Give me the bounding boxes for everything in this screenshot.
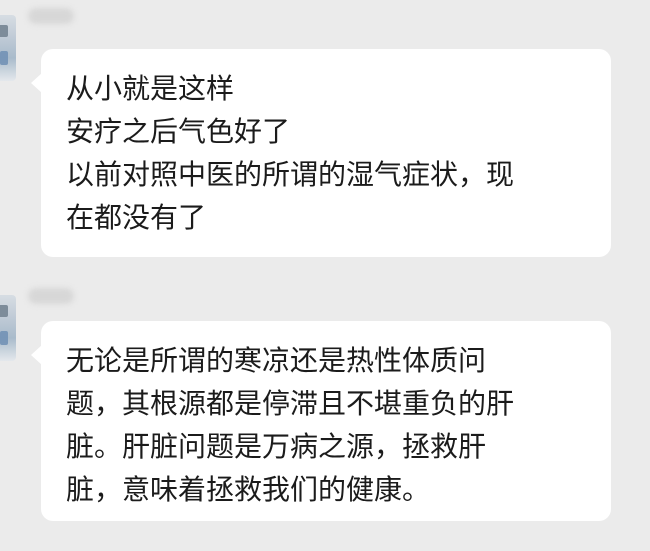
message-text-line: 脏。肝脏问题是万病之源，拯救肝 bbox=[66, 430, 487, 463]
sender-name-blurred bbox=[28, 8, 74, 24]
message-text-line: 脏，意味着拯救我们的健康。 bbox=[66, 473, 431, 506]
message-bubble[interactable]: 从小就是这样 安疗之后气色好了 以前对照中医的所谓的湿气症状，现 在都没有了 bbox=[31, 49, 611, 257]
message-text-line: 从小就是这样 bbox=[66, 72, 235, 105]
message-text-line: 以前对照中医的所谓的湿气症状，现 bbox=[66, 158, 515, 191]
message-text-line: 题，其根源都是停滞且不堪重负的肝 bbox=[66, 387, 515, 420]
message-bubble[interactable]: 无论是所谓的寒凉还是热性体质问 题，其根源都是停滞且不堪重负的肝 脏。肝脏问题是… bbox=[31, 321, 611, 521]
chat-conversation: 从小就是这样 安疗之后气色好了 以前对照中医的所谓的湿气症状，现 在都没有了 无… bbox=[0, 0, 650, 551]
message-text-line: 安疗之后气色好了 bbox=[66, 115, 291, 148]
sender-name-blurred bbox=[28, 288, 74, 304]
message-text-line: 无论是所谓的寒凉还是热性体质问 bbox=[66, 344, 487, 377]
avatar[interactable] bbox=[0, 15, 16, 81]
message-text-line: 在都没有了 bbox=[66, 201, 207, 234]
avatar[interactable] bbox=[0, 295, 16, 361]
